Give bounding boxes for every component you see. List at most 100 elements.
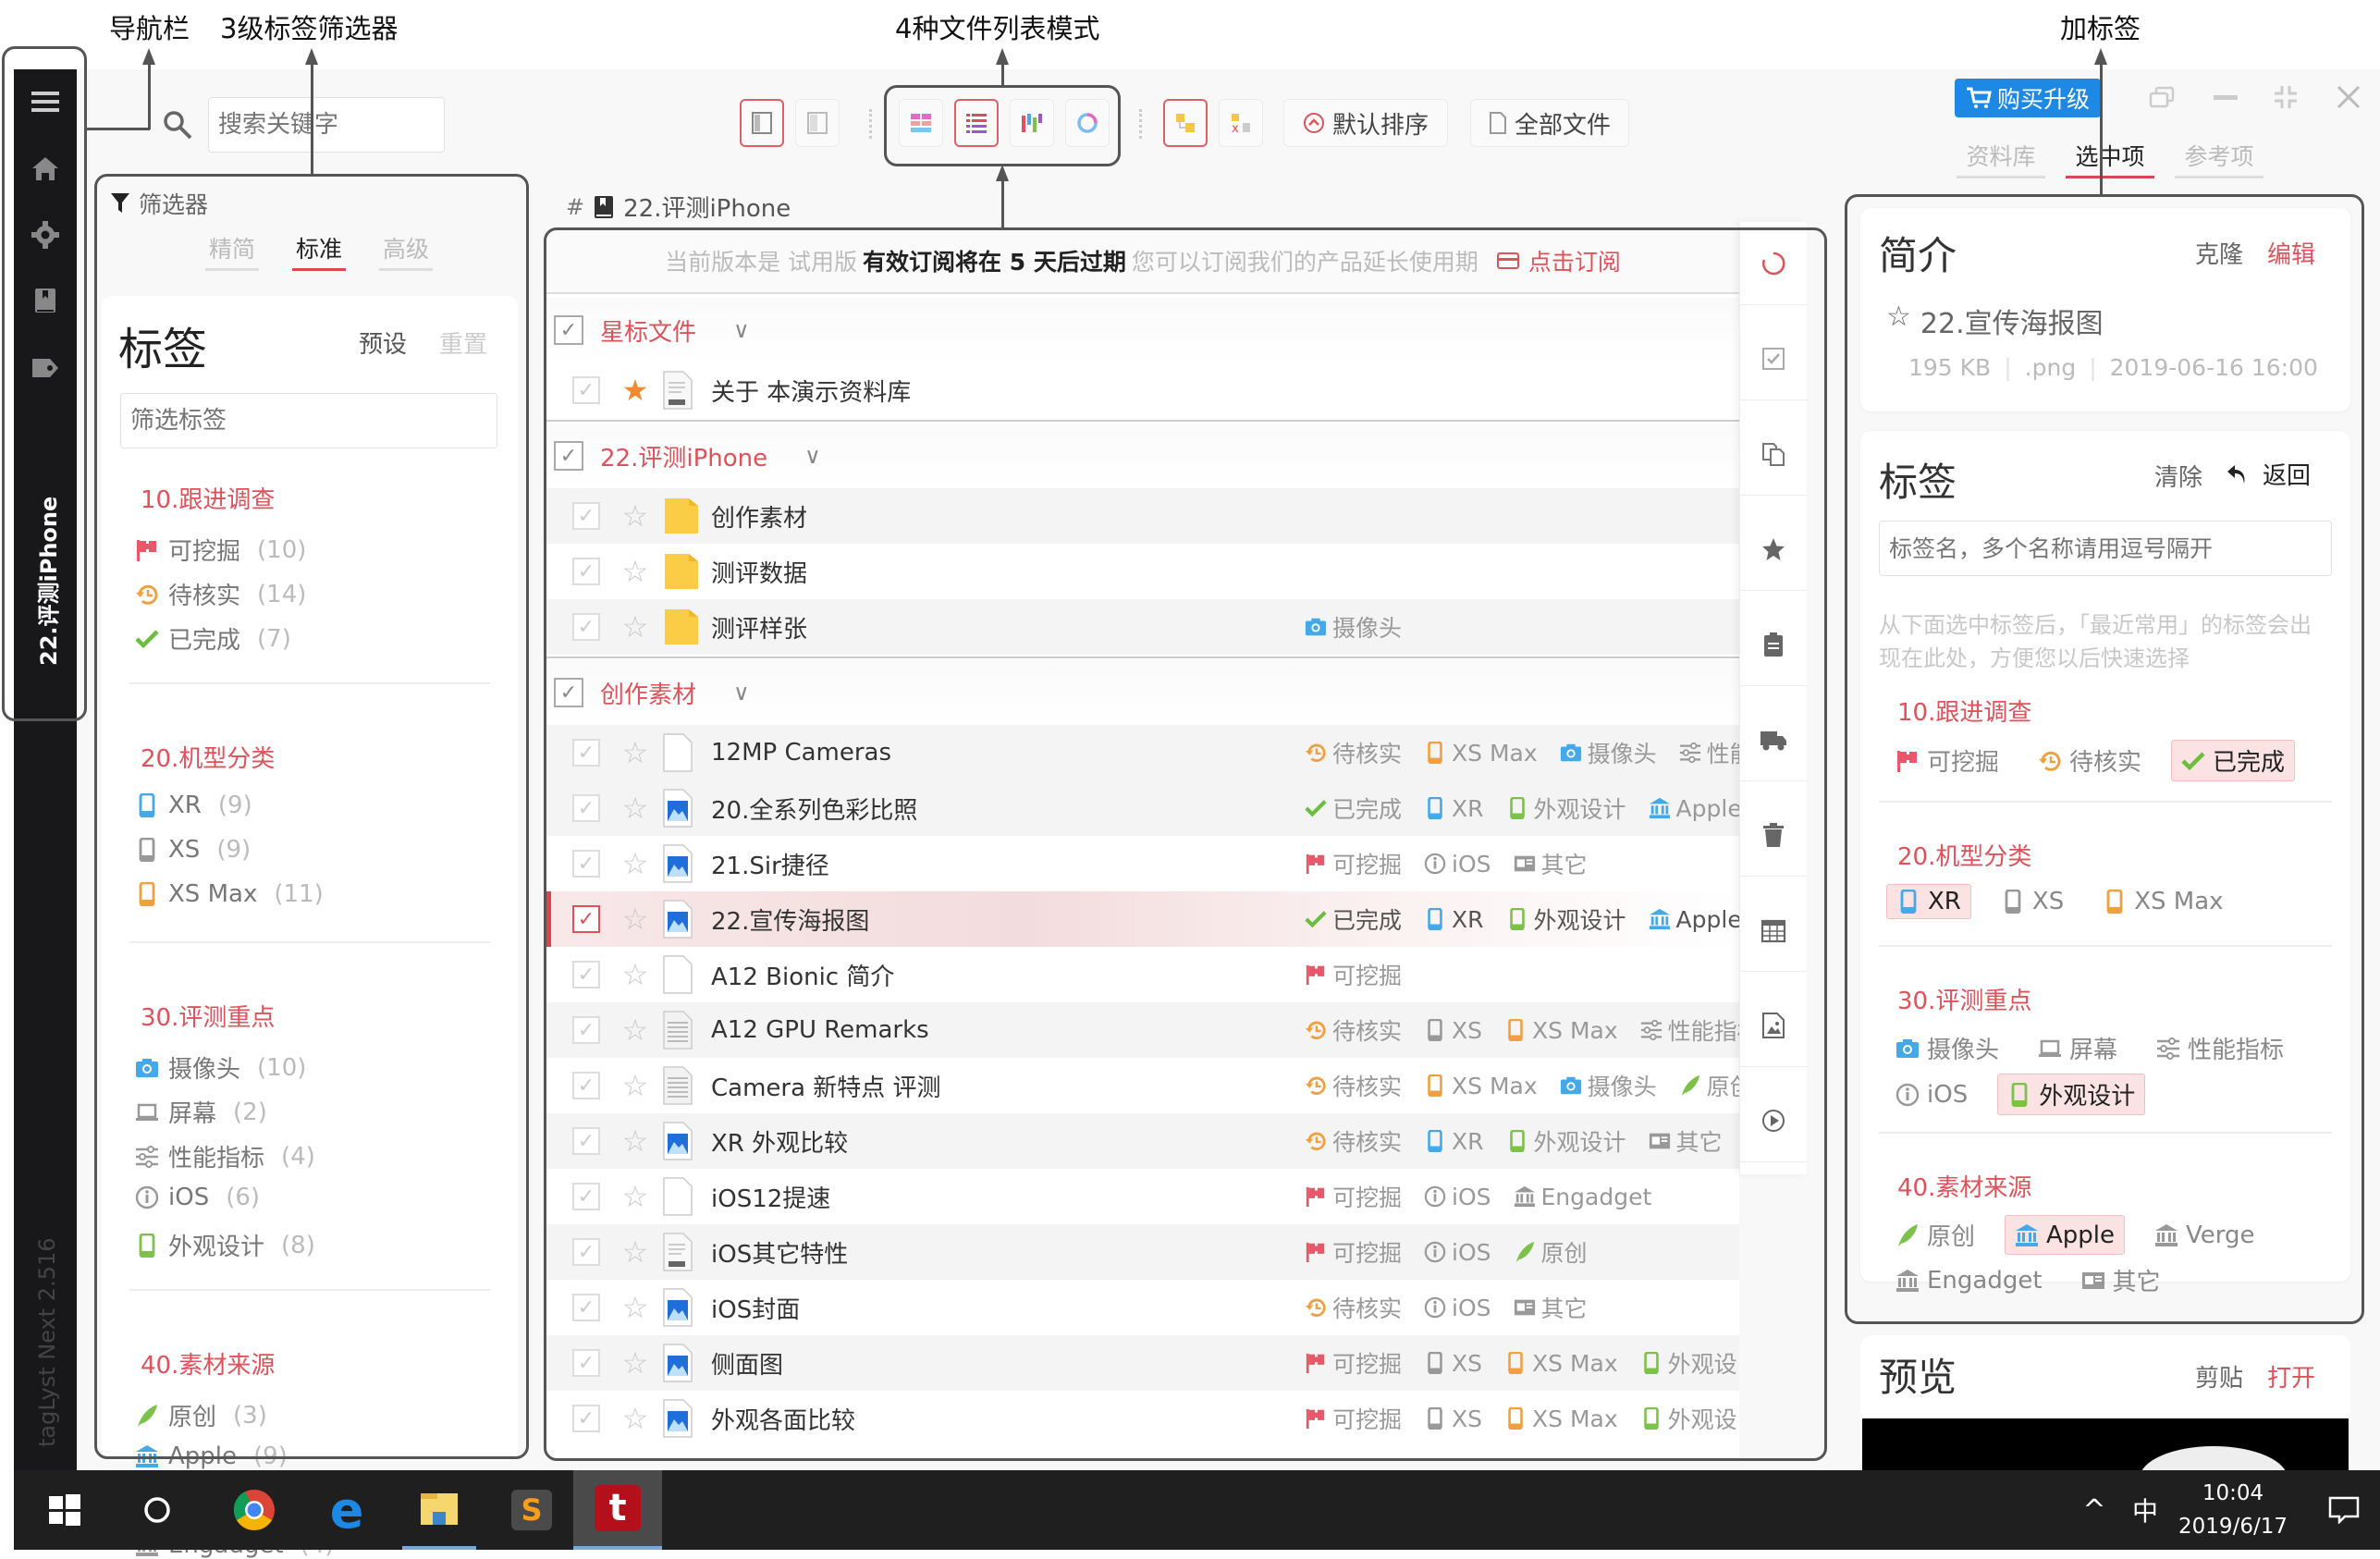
file-tag[interactable]: XS [1424,1017,1482,1044]
section-header[interactable]: ✓ 创作素材 ∨ [546,660,1739,725]
row-checkbox[interactable]: ✓ [572,1072,600,1099]
restore-window-icon[interactable] [2143,79,2180,116]
file-name[interactable]: A12 Bionic 简介 [711,958,1266,992]
play-icon[interactable] [1740,1079,1807,1162]
file-tag[interactable]: Apple [1649,906,1739,933]
file-row[interactable]: ✓ ☆ 测评数据 [546,544,1739,599]
file-name[interactable]: XR 外观比较 [711,1124,1266,1159]
filter-tag-item[interactable]: XR (9) [133,792,252,819]
file-row[interactable]: ✓ ★ 关于 本演示资料库 [546,362,1739,418]
star-outline-icon[interactable]: ☆ [619,1068,652,1103]
tag-chip[interactable]: iOS [1886,1074,1977,1115]
file-tag[interactable]: 外观设计 [1506,902,1626,936]
file-tag[interactable]: 外观设... [1640,1402,1739,1435]
file-tag[interactable]: iOS [1424,1295,1491,1321]
tag-chip[interactable]: XS Max [2093,884,2232,919]
star-outline-icon[interactable]: ☆ [619,1123,652,1159]
tag-chip[interactable]: 待核实 [2029,740,2151,781]
filter-tag-item[interactable]: Apple (9) [133,1442,288,1470]
tag-icon[interactable] [31,354,59,382]
row-checkbox[interactable]: ✓ [572,1016,600,1044]
file-row[interactable]: ✓ ☆ iOS12提速 可挖掘 iOS Engadget [546,1169,1739,1224]
star-outline-icon[interactable]: ☆ [1886,301,1911,341]
file-tag[interactable]: iOS [1424,851,1491,878]
ring-view-button[interactable] [1065,99,1110,147]
tag-chip[interactable]: Engadget [1886,1260,2052,1300]
list-view-button[interactable] [954,99,999,147]
file-tag[interactable]: 可挖掘 [1305,1402,1402,1435]
tag-chip[interactable]: XS [1992,884,2073,919]
filter-tag-item[interactable]: XS Max (11) [133,880,324,908]
file-tag[interactable]: 其它 [1514,847,1588,880]
file-tag[interactable]: XS [1424,1406,1482,1432]
close-icon[interactable] [2330,79,2367,116]
select-all-icon[interactable] [1740,317,1807,400]
file-tag[interactable]: 待核实 [1305,736,1402,769]
filter-tab-2[interactable]: 高级 [379,231,433,271]
star-outline-icon[interactable]: ☆ [619,609,652,644]
file-row[interactable]: ✓ ☆ Camera 新特点 评测 待核实 XS Max 摄像头原创 [546,1058,1739,1113]
search-input[interactable] [208,97,445,153]
search-icon[interactable] [162,109,193,144]
section-checkbox[interactable]: ✓ [554,441,583,471]
file-row[interactable]: ✓ ☆ iOS其它特性 可挖掘 iOS 原创 [546,1224,1739,1280]
star-icon[interactable] [1740,508,1807,591]
back-button[interactable]: 返回 [2226,457,2311,491]
row-checkbox[interactable]: ✓ [572,850,600,878]
row-checkbox[interactable]: ✓ [572,1238,600,1266]
filter-tags-input[interactable] [120,393,497,448]
right-tab-1[interactable]: 选中项 [2066,139,2154,178]
file-row[interactable]: ✓ ☆ XR 外观比较 待核实 XR 外观设计 其它 [546,1113,1739,1169]
chrome-icon[interactable] [217,1470,291,1550]
filter-tag-item[interactable]: 性能指标 (4) [133,1139,315,1173]
file-tag[interactable]: XS Max [1504,1350,1618,1377]
star-outline-icon[interactable]: ☆ [619,1290,652,1325]
ungroup-button[interactable]: x [1219,99,1263,147]
toggle-right-panel-button[interactable] [795,99,840,147]
tag-chip[interactable]: 性能指标 [2147,1028,2293,1068]
file-tag[interactable]: iOS [1424,1184,1491,1210]
refresh-icon[interactable] [1740,222,1807,305]
file-tag[interactable]: XS Max [1504,1017,1618,1044]
file-tag[interactable]: 原创 [1679,1069,1739,1102]
filter-tag-item[interactable]: 摄像头 (10) [133,1050,306,1085]
file-tag[interactable]: 可挖掘 [1305,958,1402,991]
row-checkbox[interactable]: ✓ [572,613,600,641]
start-icon[interactable] [32,1470,97,1550]
row-checkbox[interactable]: ✓ [572,502,600,530]
star-outline-icon[interactable]: ☆ [619,957,652,992]
cut-button[interactable]: 剪贴 [2195,1359,2243,1393]
file-name[interactable]: 21.Sir捷径 [711,847,1266,881]
file-tag[interactable]: 已完成 [1305,792,1402,825]
file-tag[interactable]: 可挖掘 [1305,847,1402,880]
file-tag[interactable]: XR [1424,1128,1484,1155]
edge-icon[interactable]: e [310,1470,384,1550]
chevron-down-icon[interactable]: ∨ [733,680,750,706]
gear-icon[interactable] [31,221,59,249]
file-tag[interactable]: 待核实 [1305,1291,1402,1324]
explorer-icon[interactable] [402,1470,476,1550]
row-checkbox[interactable]: ✓ [572,558,600,585]
notification-icon[interactable] [2316,1470,2372,1550]
section-header[interactable]: ✓ 22.评测iPhone ∨ [546,424,1739,488]
filter-tag-item[interactable]: 已完成 (7) [133,621,291,656]
file-row[interactable]: ✓ ☆ 外观各面比较 可挖掘 XS XS Max 外观设... [546,1391,1739,1446]
menu-icon[interactable] [31,88,59,116]
book-icon[interactable] [31,288,59,315]
chevron-down-icon[interactable]: ∨ [733,317,750,343]
filter-tag-item[interactable]: 外观设计 (8) [133,1228,315,1262]
file-tag[interactable]: Engadget [1514,1184,1651,1210]
file-name[interactable]: 测评数据 [711,555,1266,589]
row-checkbox[interactable]: ✓ [572,1127,600,1155]
file-tag[interactable]: 待核实 [1305,1069,1402,1102]
clipboard-icon[interactable] [1740,603,1807,686]
buy-upgrade-button[interactable]: 购买升级 [1955,79,2101,117]
library-name[interactable]: 22.评测iPhone [31,497,63,666]
image-file-icon[interactable] [1740,984,1807,1067]
star-outline-icon[interactable]: ☆ [619,1179,652,1214]
file-row[interactable]: ✓ ☆ 12MP Cameras 待核实 XS Max 摄像头性能指标 [546,725,1739,780]
row-checkbox[interactable]: ✓ [572,1294,600,1321]
file-tag[interactable]: Apple [1649,795,1739,822]
row-checkbox[interactable]: ✓ [572,961,600,988]
file-name[interactable]: Camera 新特点 评测 [711,1069,1266,1103]
